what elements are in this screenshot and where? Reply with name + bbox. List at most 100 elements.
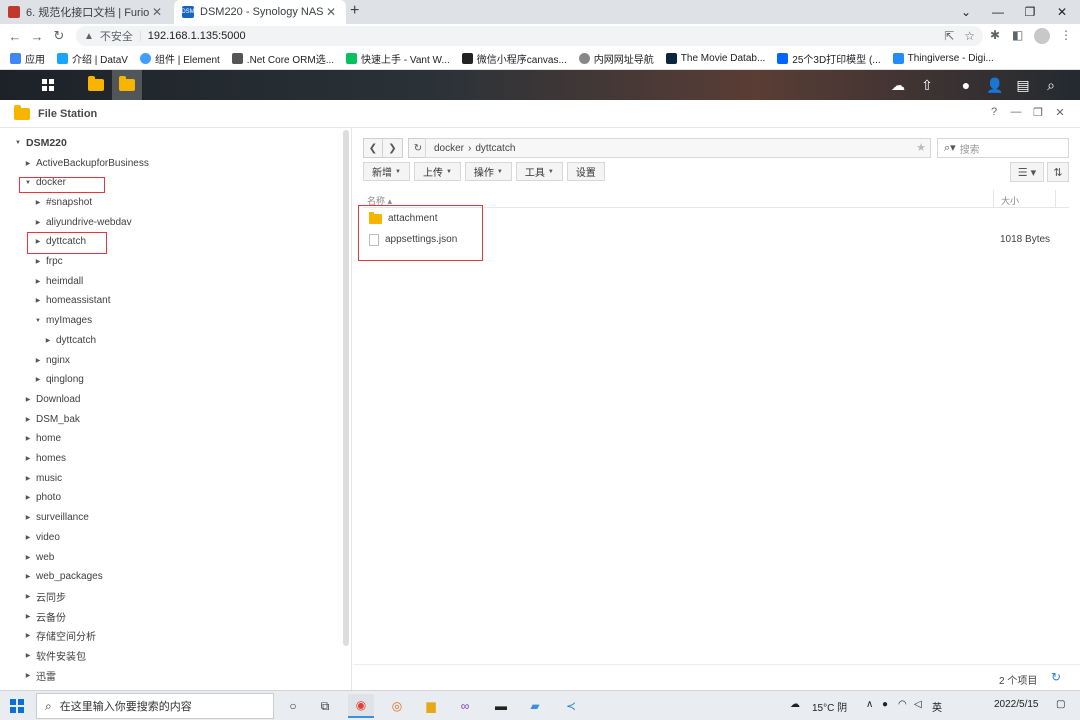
share-icon[interactable]: ⇱ xyxy=(944,29,954,43)
tab-dsm[interactable]: DSM DSM220 - Synology NAS ✕ xyxy=(174,0,346,24)
weather-cloud-icon[interactable]: ☁ xyxy=(790,699,800,710)
sync-status-icon[interactable]: ☁ xyxy=(883,70,913,100)
weather-text[interactable]: 15°C 阴 xyxy=(812,699,847,714)
tree-item[interactable]: ▶ home xyxy=(24,430,61,448)
extensions-puzzle-icon[interactable]: ✱ xyxy=(990,28,1000,42)
collapsed-caret-icon[interactable]: ▶ xyxy=(44,337,52,344)
bookmark-thingiverse[interactable]: Thingiverse - Digi... xyxy=(892,53,994,64)
widgets-icon[interactable]: ▤ xyxy=(1008,70,1038,100)
url-text[interactable]: 192.168.1.135:5000 xyxy=(148,30,934,42)
tree-item[interactable]: ▶ 迅雷 xyxy=(24,666,56,684)
vscode-icon[interactable]: ≺ xyxy=(558,694,584,718)
settings-button[interactable]: 设置 xyxy=(566,162,605,181)
taskbar-search-input[interactable]: ⌕ 在这里输入你要搜索的内容 xyxy=(36,693,274,719)
file-station-active-taskbar-button[interactable] xyxy=(112,70,142,100)
tree-item[interactable]: ▼ docker xyxy=(24,174,66,192)
upload-queue-icon[interactable]: ⇧ xyxy=(912,70,942,100)
tree-item[interactable]: ▶ homeassistant xyxy=(34,292,111,310)
user-icon[interactable]: 👤 xyxy=(980,70,1010,100)
notepad-icon[interactable]: ▰ xyxy=(522,694,548,718)
collapsed-caret-icon[interactable]: ▶ xyxy=(34,278,42,285)
warning-triangle-icon[interactable]: ▲ xyxy=(84,31,94,42)
tab-furion[interactable]: 6. 规范化接口文档 | Furion ✕ xyxy=(0,0,172,24)
back-chevron-icon[interactable]: ❮ xyxy=(363,138,383,158)
column-size-header[interactable]: 大小 xyxy=(1001,194,1019,207)
collapsed-caret-icon[interactable]: ▶ xyxy=(34,376,42,383)
tree-item[interactable]: ▶ aliyundrive-webdav xyxy=(34,213,132,231)
security-label[interactable]: 不安全 xyxy=(100,28,133,44)
task-view-icon[interactable]: ⧉ xyxy=(312,694,338,718)
minimize-icon[interactable]: — xyxy=(1008,106,1024,122)
close-tab-icon[interactable]: ✕ xyxy=(150,5,164,19)
bookmark-orm[interactable]: .Net Core ORM选... xyxy=(231,51,334,66)
tree-item[interactable]: ▶ qinglong xyxy=(34,371,84,389)
tree-item[interactable]: ▶ nginx xyxy=(34,351,70,369)
tab-search-chevron-icon[interactable]: ⌄ xyxy=(950,0,982,24)
tree-item[interactable]: ▶ surveillance xyxy=(24,509,89,527)
tools-button[interactable]: 工具 ▼ xyxy=(515,162,563,181)
collapsed-caret-icon[interactable]: ▶ xyxy=(24,573,32,580)
tree-item[interactable]: ▶ web_packages xyxy=(24,568,103,586)
search-icon[interactable]: ⌕ xyxy=(1036,70,1066,100)
tree-item[interactable]: ▶ 云备份 xyxy=(24,607,66,625)
collapsed-caret-icon[interactable]: ▶ xyxy=(24,160,32,167)
collapsed-caret-icon[interactable]: ▶ xyxy=(34,238,42,245)
tree-item[interactable]: ▶ dyttcatch xyxy=(44,331,96,349)
file-row-attachment[interactable]: attachment xyxy=(363,208,1069,229)
notifications-chat-icon[interactable]: ● xyxy=(951,70,981,100)
collapsed-caret-icon[interactable]: ▶ xyxy=(24,396,32,403)
tree-item[interactable]: ▶ 存储空间分析 xyxy=(24,627,96,645)
tree-item[interactable]: ▶ 软件安装包 xyxy=(24,647,86,665)
main-menu-button[interactable] xyxy=(33,70,63,100)
close-icon[interactable]: ✕ xyxy=(1052,106,1068,122)
clock-date[interactable]: 2022/5/15 xyxy=(994,699,1039,710)
bookmark-apps[interactable]: 应用 xyxy=(10,51,45,66)
sort-icon[interactable]: ⇅ xyxy=(1047,162,1069,182)
collapsed-caret-icon[interactable]: ▶ xyxy=(34,258,42,265)
tree-item[interactable]: ▶ homes xyxy=(24,450,66,468)
windows-start-icon[interactable] xyxy=(10,699,24,713)
tree-item[interactable]: ▶ frpc xyxy=(34,253,63,271)
profile-avatar[interactable] xyxy=(1034,28,1050,44)
bookmark-star-icon[interactable]: ☆ xyxy=(964,29,975,43)
collapsed-caret-icon[interactable]: ▶ xyxy=(24,652,32,659)
file-name[interactable]: appsettings.json xyxy=(385,234,457,245)
back-arrow-icon[interactable]: ← xyxy=(6,27,24,45)
notification-center-icon[interactable]: ▢ xyxy=(1056,699,1065,710)
bookmark-datav[interactable]: 介绍 | DataV xyxy=(57,51,128,66)
favorite-star-icon[interactable]: ★ xyxy=(916,141,926,154)
help-icon[interactable]: ? xyxy=(986,106,1002,122)
cortana-icon[interactable]: ○ xyxy=(280,694,306,718)
tree-item[interactable]: ▶ music xyxy=(24,469,62,487)
collapsed-caret-icon[interactable]: ▶ xyxy=(24,416,32,423)
file-name[interactable]: attachment xyxy=(388,213,437,224)
column-name-header[interactable]: 名称 ▴ xyxy=(367,194,392,207)
tree-item[interactable]: ▶ web xyxy=(24,548,55,566)
tree-item[interactable]: ▼ myImages xyxy=(34,312,92,330)
breadcrumb-docker[interactable]: docker xyxy=(434,143,464,154)
collapsed-caret-icon[interactable]: ▶ xyxy=(24,435,32,442)
forward-chevron-icon[interactable]: ❯ xyxy=(383,138,403,158)
tree-scrollbar[interactable] xyxy=(343,130,349,646)
collapsed-caret-icon[interactable]: ▶ xyxy=(34,199,42,206)
bookmark-3d-models[interactable]: 25个3D打印模型 (... xyxy=(777,51,881,66)
bookmark-element[interactable]: 组件 | Element xyxy=(139,51,220,66)
search-input[interactable]: ⌕▾ 搜索 xyxy=(937,138,1069,158)
tree-item[interactable]: ▶ ActiveBackupforBusiness xyxy=(24,154,149,172)
breadcrumb-dyttcatch[interactable]: dyttcatch xyxy=(475,143,515,154)
tree-item[interactable]: ▶ video xyxy=(24,528,60,546)
tray-expand-icon[interactable]: ∧ xyxy=(866,699,873,710)
tree-item[interactable]: ▶ heimdall xyxy=(34,272,84,290)
tree-item[interactable]: ▶ photo xyxy=(24,489,61,507)
ime-indicator[interactable]: 英 xyxy=(932,699,942,714)
forward-arrow-icon[interactable]: → xyxy=(28,27,46,45)
collapsed-caret-icon[interactable]: ▶ xyxy=(24,554,32,561)
expanded-caret-icon[interactable]: ▼ xyxy=(24,180,32,186)
close-window-icon[interactable]: ✕ xyxy=(1046,0,1078,24)
wifi-icon[interactable]: ◠ xyxy=(898,699,907,710)
collapsed-caret-icon[interactable]: ▶ xyxy=(24,613,32,620)
collapsed-caret-icon[interactable]: ▶ xyxy=(24,672,32,679)
action-button[interactable]: 操作 ▼ xyxy=(464,162,512,181)
bookmark-tmdb[interactable]: The Movie Datab... xyxy=(665,53,765,64)
collapsed-caret-icon[interactable]: ▶ xyxy=(24,534,32,541)
